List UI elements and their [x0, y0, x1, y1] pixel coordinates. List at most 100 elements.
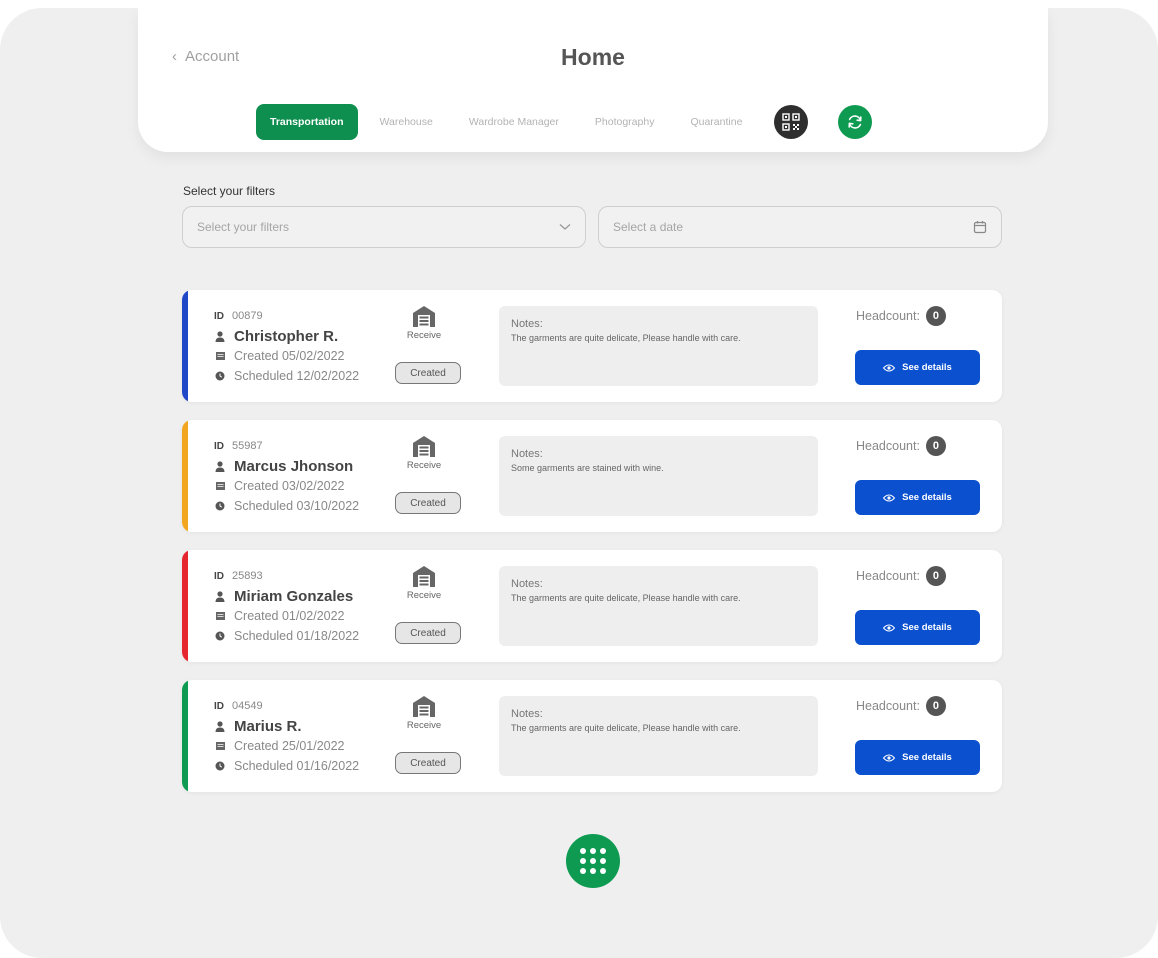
- see-details-button[interactable]: See details: [855, 350, 980, 385]
- order-info: ID 00879 Christopher R. Created 05/02/202…: [214, 306, 359, 386]
- document-icon: [214, 611, 226, 621]
- scheduled-date: Scheduled 12/02/2022: [234, 369, 360, 383]
- customer-name: Christopher R.: [234, 327, 339, 345]
- tab-warehouse[interactable]: Warehouse: [362, 104, 451, 140]
- order-info: ID 25893 Miriam Gonzales Created 01/02/20…: [214, 566, 359, 646]
- header: ‹ Account Home Transportation Warehouse …: [138, 8, 1048, 152]
- see-details-label: See details: [902, 622, 952, 633]
- scheduled-date: Scheduled 03/10/2022: [234, 499, 360, 513]
- see-details-button[interactable]: See details: [855, 480, 980, 515]
- see-details-button[interactable]: See details: [855, 610, 980, 645]
- notes-title: Notes:: [511, 708, 543, 720]
- warehouse-icon: [413, 436, 435, 457]
- headcount-badge: 0: [925, 696, 946, 716]
- clock-icon: [214, 501, 226, 511]
- clock-icon: [214, 761, 226, 771]
- order-id: 04549: [232, 700, 263, 712]
- id-label: ID: [214, 440, 224, 452]
- see-details-label: See details: [902, 492, 952, 503]
- clock-icon: [214, 631, 226, 641]
- qr-scan-button[interactable]: [774, 105, 809, 139]
- warehouse-icon: [413, 566, 435, 587]
- document-icon: [214, 351, 226, 361]
- tab-photography[interactable]: Photography: [577, 104, 673, 140]
- page-title: Home: [561, 44, 625, 70]
- receive-type: Receive: [394, 694, 454, 731]
- order-id: 00879: [232, 310, 263, 322]
- status-badge: Created: [395, 622, 461, 644]
- order-card: ID 55987 Marcus Jhonson Created 03/02/202…: [182, 420, 1002, 532]
- card-accent-bar: [182, 550, 188, 662]
- notes-text: The garments are quite delicate, Please …: [511, 723, 741, 733]
- receive-type: Receive: [394, 564, 454, 601]
- card-accent-bar: [182, 420, 188, 532]
- notes-box: Notes: The garments are quite delicate, …: [499, 566, 818, 646]
- receive-label: Receive: [406, 720, 442, 731]
- status-badge: Created: [395, 752, 461, 774]
- created-date: Created 01/02/2022: [234, 609, 345, 623]
- calendar-icon: [973, 221, 987, 234]
- notes-text: The garments are quite delicate, Please …: [511, 333, 741, 343]
- notes-title: Notes:: [511, 448, 543, 460]
- id-label: ID: [214, 700, 224, 712]
- app-screen: ‹ Account Home Transportation Warehouse …: [0, 8, 1158, 958]
- see-details-button[interactable]: See details: [855, 740, 980, 775]
- order-id: 25893: [232, 570, 263, 582]
- see-details-label: See details: [902, 362, 952, 373]
- refresh-button[interactable]: [838, 105, 873, 139]
- app-menu-button[interactable]: [566, 834, 620, 888]
- tab-bar: Transportation Warehouse Wardrobe Manage…: [256, 104, 873, 140]
- id-label: ID: [214, 310, 224, 322]
- date-picker-placeholder: Select a date: [613, 220, 684, 234]
- filter-select[interactable]: Select your filters: [182, 206, 586, 248]
- receive-type: Receive: [394, 304, 454, 341]
- notes-title: Notes:: [511, 318, 543, 330]
- document-icon: [214, 741, 226, 751]
- created-date: Created 03/02/2022: [234, 479, 345, 493]
- order-info: ID 04549 Marius R. Created 25/01/2022 Sch…: [214, 696, 359, 776]
- id-label: ID: [214, 570, 224, 582]
- status-badge: Created: [395, 492, 461, 514]
- user-icon: [214, 720, 226, 732]
- status-badge: Created: [395, 362, 461, 384]
- receive-label: Receive: [406, 330, 442, 341]
- order-card: ID 00879 Christopher R. Created 05/02/202…: [182, 290, 1002, 402]
- tab-wardrobe-manager[interactable]: Wardrobe Manager: [451, 104, 577, 140]
- order-info: ID 55987 Marcus Jhonson Created 03/02/202…: [214, 436, 359, 516]
- grid-icon: [580, 848, 606, 874]
- notes-box: Notes: The garments are quite delicate, …: [499, 306, 818, 386]
- date-picker[interactable]: Select a date: [598, 206, 1002, 248]
- headcount: Headcount: 0: [856, 306, 946, 326]
- qr-code-icon: [782, 113, 801, 131]
- eye-icon: [883, 754, 896, 761]
- headcount-label: Headcount:: [856, 569, 920, 583]
- eye-icon: [883, 494, 896, 501]
- user-icon: [214, 330, 226, 342]
- notes-box: Notes: The garments are quite delicate, …: [499, 696, 818, 776]
- customer-name: Miriam Gonzales: [234, 587, 354, 605]
- headcount-label: Headcount:: [856, 309, 920, 323]
- customer-name: Marius R.: [234, 717, 302, 735]
- receive-label: Receive: [406, 590, 442, 601]
- created-date: Created 05/02/2022: [234, 349, 345, 363]
- refresh-icon: [848, 115, 863, 129]
- receive-type: Receive: [394, 434, 454, 471]
- order-id: 55987: [232, 440, 263, 452]
- warehouse-icon: [413, 306, 435, 327]
- headcount-badge: 0: [925, 566, 946, 586]
- headcount-badge: 0: [925, 306, 946, 326]
- customer-name: Marcus Jhonson: [234, 457, 354, 475]
- filter-select-placeholder: Select your filters: [197, 220, 290, 234]
- user-icon: [214, 590, 226, 602]
- headcount: Headcount: 0: [856, 566, 946, 586]
- see-details-label: See details: [902, 752, 952, 763]
- chevron-down-icon: [559, 224, 571, 230]
- headcount-badge: 0: [925, 436, 946, 456]
- document-icon: [214, 481, 226, 491]
- tab-transportation[interactable]: Transportation: [256, 104, 358, 140]
- order-card: ID 04549 Marius R. Created 25/01/2022 Sch…: [182, 680, 1002, 792]
- filters-label: Select your filters: [183, 184, 276, 198]
- tab-quarantine[interactable]: Quarantine: [672, 104, 760, 140]
- headcount: Headcount: 0: [856, 436, 946, 456]
- headcount-label: Headcount:: [856, 439, 920, 453]
